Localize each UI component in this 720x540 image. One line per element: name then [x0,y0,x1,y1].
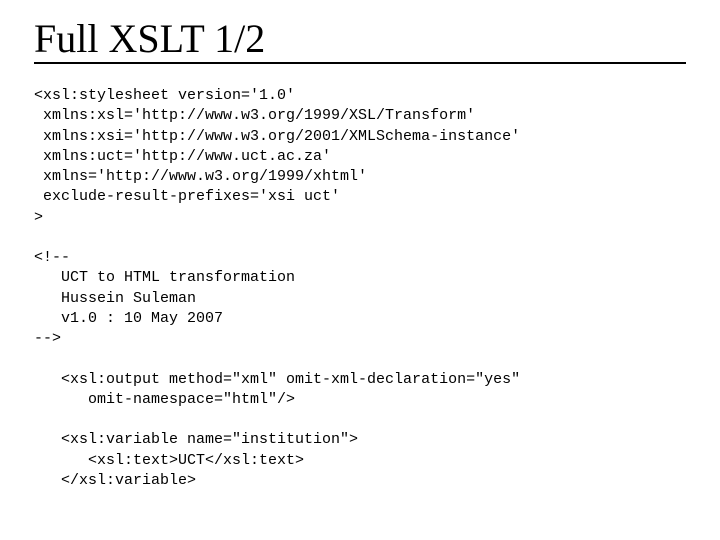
slide-title: Full XSLT 1/2 [34,18,686,60]
slide: Full XSLT 1/2 <xsl:stylesheet version='1… [0,0,720,540]
code-block: <xsl:stylesheet version='1.0' xmlns:xsl=… [34,86,686,491]
title-underline: Full XSLT 1/2 [34,18,686,64]
